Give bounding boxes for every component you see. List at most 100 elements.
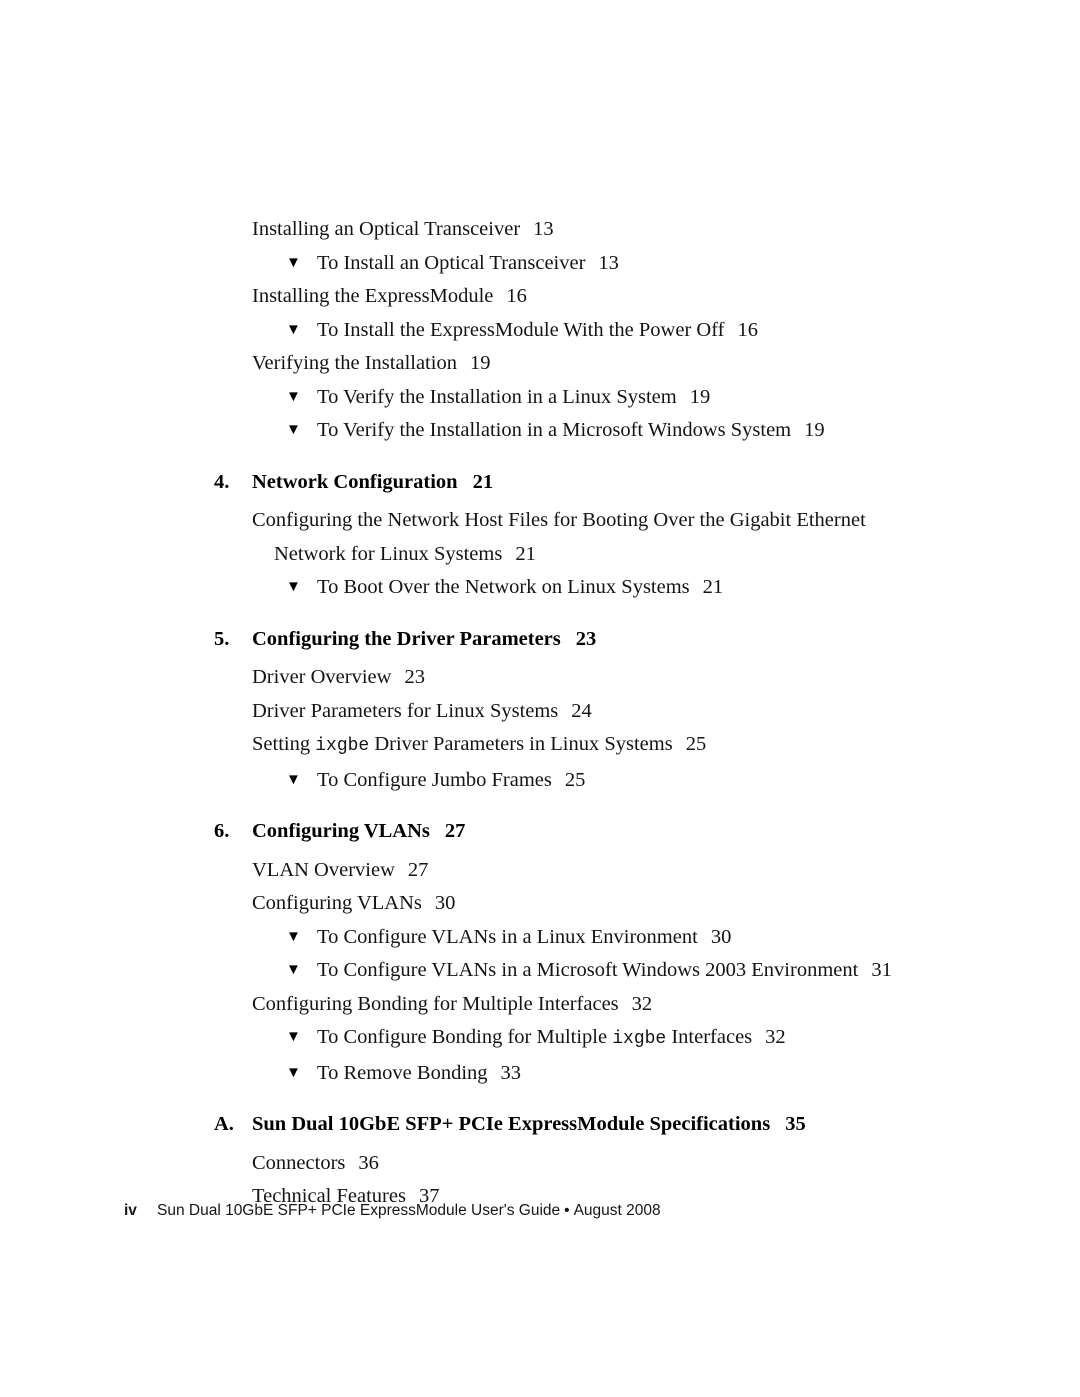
chapter-number: 5.: [214, 627, 230, 650]
toc-procedure-entry[interactable]: ▼ To Configure VLANs in a Microsoft Windo…: [0, 954, 1080, 988]
entry-page-number: 16: [506, 285, 527, 307]
toc-section-entry[interactable]: Configuring the Network Host Files for B…: [0, 504, 1080, 571]
document-page: Installing an Optical Transceiver 13 ▼ To I…: [0, 0, 1080, 1397]
triangle-down-icon: ▼: [286, 962, 301, 978]
entry-title: To Configure VLANs in a Linux Environmen…: [317, 925, 698, 948]
entry-title-continuation: Network for Linux Systems 21: [274, 542, 536, 565]
chapter-title: Configuring VLANs: [252, 820, 430, 842]
toc-section-entry[interactable]: Installing an Optical Transceiver 13: [0, 213, 1080, 247]
toc-section-entry[interactable]: Configuring VLANs 30: [0, 887, 1080, 921]
entry-title-part: To Configure Bonding for Multiple: [317, 1026, 613, 1048]
toc-procedure-entry[interactable]: ▼ To Remove Bonding 33: [0, 1057, 1080, 1091]
entry-page-number: 31: [871, 959, 892, 981]
footer-date: August 2008: [573, 1202, 661, 1219]
entry-title-part: Driver Parameters in Linux Systems: [369, 733, 673, 755]
page-footer: iv Sun Dual 10GbE SFP+ PCIe ExpressModule…: [124, 1201, 661, 1221]
entry-title: Driver Overview: [252, 666, 392, 688]
entry-page-number: 32: [765, 1026, 786, 1048]
triangle-down-icon: ▼: [286, 422, 301, 438]
chapter-number: A.: [214, 1113, 234, 1135]
entry-title: To Boot Over the Network on Linux System…: [317, 576, 690, 598]
toc-section-entry[interactable]: VLAN Overview 27: [0, 854, 1080, 888]
toc-section-entry[interactable]: Verifying the Installation 19: [0, 347, 1080, 381]
toc-procedure-entry[interactable]: ▼ To Install the ExpressModule With the P…: [0, 314, 1080, 348]
chapter-title: Configuring the Driver Parameters: [252, 627, 561, 650]
entry-title: To Install an Optical Transceiver: [317, 251, 586, 274]
toc-section-entry[interactable]: Driver Overview 23: [0, 661, 1080, 695]
entry-page-number: 16: [737, 318, 759, 341]
entry-page-number: 30: [710, 925, 732, 948]
entry-page-number: 21: [472, 470, 494, 493]
entry-title: To Verify the Installation in a Linux Sy…: [317, 385, 677, 408]
entry-page-number: 27: [444, 820, 466, 842]
chapter-number: 6.: [214, 820, 230, 842]
entry-page-number: 36: [358, 1151, 379, 1174]
entry-title: To Install the ExpressModule With the Po…: [317, 318, 725, 341]
entry-page-number: 25: [685, 733, 707, 755]
toc-section-entry[interactable]: Setting ixgbe Driver Parameters in Linux…: [0, 728, 1080, 764]
toc-procedure-entry[interactable]: ▼ To Verify the Installation in a Linux S…: [0, 381, 1080, 415]
entry-title: Configuring VLANs: [252, 892, 422, 914]
entry-title: To Remove Bonding: [317, 1061, 488, 1084]
triangle-down-icon: ▼: [286, 321, 301, 338]
chapter-title: Sun Dual 10GbE SFP+ PCIe ExpressModule S…: [252, 1113, 771, 1135]
entry-page-number: 35: [785, 1113, 806, 1135]
entry-page-number: 27: [407, 858, 429, 881]
triangle-down-icon: ▼: [286, 771, 301, 788]
entry-page-number: 13: [598, 251, 619, 274]
triangle-down-icon: ▼: [286, 928, 301, 945]
entry-title-part: Setting: [252, 733, 316, 755]
entry-title-part: Interfaces: [666, 1026, 753, 1048]
chapter-title: Network Configuration: [252, 470, 458, 493]
entry-title-code: ixgbe: [315, 736, 370, 756]
table-of-contents: Installing an Optical Transceiver 13 ▼ To I…: [0, 213, 1080, 1214]
toc-procedure-entry[interactable]: ▼ To Install an Optical Transceiver 13: [0, 247, 1080, 281]
entry-page-number: 23: [575, 627, 597, 650]
toc-procedure-entry[interactable]: ▼ To Verify the Installation in a Microso…: [0, 414, 1080, 448]
triangle-down-icon: ▼: [286, 1029, 301, 1045]
entry-title: Verifying the Installation: [252, 352, 457, 374]
triangle-down-icon: ▼: [286, 579, 301, 595]
entry-page-number: 25: [564, 768, 586, 791]
toc-procedure-entry[interactable]: ▼ To Configure Jumbo Frames 25: [0, 764, 1080, 798]
entry-title: Connectors: [252, 1151, 346, 1174]
entry-page-number: 19: [804, 419, 825, 441]
entry-title: To Verify the Installation in a Microsof…: [317, 419, 792, 441]
entry-page-number: 13: [533, 218, 554, 240]
entry-title: Configuring the Network Host Files for B…: [252, 509, 866, 531]
toc-section-entry[interactable]: Driver Parameters for Linux Systems 24: [0, 695, 1080, 729]
folio-number: iv: [124, 1202, 137, 1219]
entry-page-number: 23: [404, 666, 425, 688]
footer-document-title: Sun Dual 10GbE SFP+ PCIe ExpressModule U…: [157, 1202, 561, 1219]
toc-chapter-heading[interactable]: 4. Network Configuration 21: [0, 466, 1080, 500]
entry-page-number: 21: [702, 576, 724, 598]
toc-chapter-heading[interactable]: 5. Configuring the Driver Parameters 23: [0, 623, 1080, 657]
entry-title: To Configure VLANs in a Microsoft Window…: [317, 959, 859, 981]
entry-page-number: 30: [434, 892, 456, 914]
entry-title: Installing the ExpressModule: [252, 285, 494, 307]
toc-procedure-entry[interactable]: ▼ To Configure Bonding for Multiple ixgbe…: [0, 1021, 1080, 1057]
entry-title: To Configure Jumbo Frames: [317, 768, 552, 791]
chapter-number: 4.: [214, 470, 230, 493]
entry-title: Driver Parameters for Linux Systems: [252, 699, 559, 722]
entry-title: Installing an Optical Transceiver: [252, 218, 521, 240]
toc-chapter-heading[interactable]: 6. Configuring VLANs 27: [0, 815, 1080, 849]
triangle-down-icon: ▼: [286, 388, 301, 405]
toc-section-entry[interactable]: Configuring Bonding for Multiple Interfa…: [0, 988, 1080, 1022]
entry-page-number: 32: [631, 992, 653, 1015]
toc-procedure-entry[interactable]: ▼ To Configure VLANs in a Linux Environme…: [0, 921, 1080, 955]
entry-page-number: 21: [515, 542, 536, 565]
footer-separator: •: [564, 1202, 570, 1219]
entry-title: Configuring Bonding for Multiple Interfa…: [252, 992, 619, 1015]
toc-section-entry[interactable]: Connectors 36: [0, 1147, 1080, 1181]
toc-section-entry[interactable]: Installing the ExpressModule 16: [0, 280, 1080, 314]
triangle-down-icon: ▼: [286, 254, 301, 271]
toc-chapter-heading[interactable]: A. Sun Dual 10GbE SFP+ PCIe ExpressModule…: [0, 1108, 1080, 1142]
entry-title-code: ixgbe: [612, 1029, 667, 1049]
entry-page-number: 19: [469, 352, 491, 374]
toc-procedure-entry[interactable]: ▼ To Boot Over the Network on Linux Syste…: [0, 571, 1080, 605]
entry-title: VLAN Overview: [252, 858, 395, 881]
